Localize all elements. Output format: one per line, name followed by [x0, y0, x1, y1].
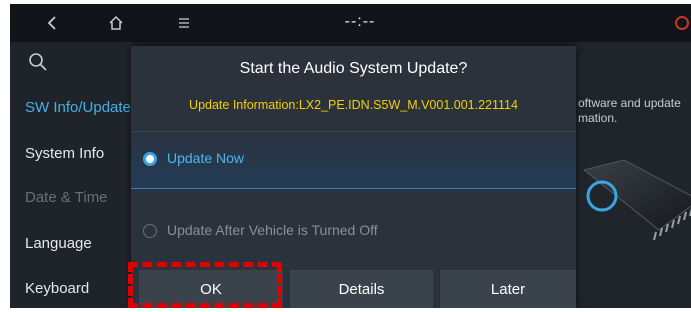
dialog-title: Start the Audio System Update? [239, 60, 468, 77]
background-content-panel: oftware and update mation. [576, 42, 691, 308]
top-bar: --:-- [10, 4, 691, 42]
ok-button-highlight-annotation [128, 262, 282, 308]
hamburger-menu-icon [179, 18, 189, 28]
radio-selected-icon[interactable] [143, 152, 157, 166]
option-update-now[interactable]: Update Now [131, 131, 576, 189]
sidebar-item-system-info[interactable]: System Info [25, 145, 104, 162]
search-button[interactable] [28, 52, 48, 77]
back-button[interactable] [38, 4, 66, 42]
background-text-line: mation. [578, 111, 618, 125]
menu-button[interactable] [170, 4, 198, 42]
radio-unselected-icon[interactable] [143, 224, 157, 238]
chip-illustration [584, 160, 691, 241]
option-update-after-off[interactable]: Update After Vehicle is Turned Off [131, 204, 576, 260]
sidebar-item-date-time[interactable]: Date & Time [25, 189, 108, 206]
sidebar: SW Info/Update System Info Date & Time L… [10, 42, 132, 308]
clock: --:-- [344, 13, 376, 30]
home-button[interactable] [102, 4, 130, 42]
sidebar-item-keyboard[interactable]: Keyboard [25, 280, 89, 297]
status-icon [675, 16, 689, 30]
details-button[interactable]: Details [289, 270, 433, 308]
option-label: Update After Vehicle is Turned Off [167, 222, 378, 238]
update-information: Update Information:LX2_PE.IDN.S5W_M.V001… [189, 98, 518, 112]
home-icon [109, 15, 123, 30]
sidebar-item-sw-info-update[interactable]: SW Info/Update [25, 99, 131, 116]
later-button[interactable]: Later [439, 270, 576, 308]
sidebar-item-language[interactable]: Language [25, 235, 92, 252]
background-description: oftware and update mation. [578, 96, 681, 126]
head-unit-screen: --:-- SW Info/Update System Info Date & … [10, 4, 691, 308]
search-icon [29, 53, 47, 71]
option-label: Update Now [167, 150, 245, 166]
chevron-left-icon [47, 16, 56, 30]
background-text-line: oftware and update [578, 96, 681, 110]
